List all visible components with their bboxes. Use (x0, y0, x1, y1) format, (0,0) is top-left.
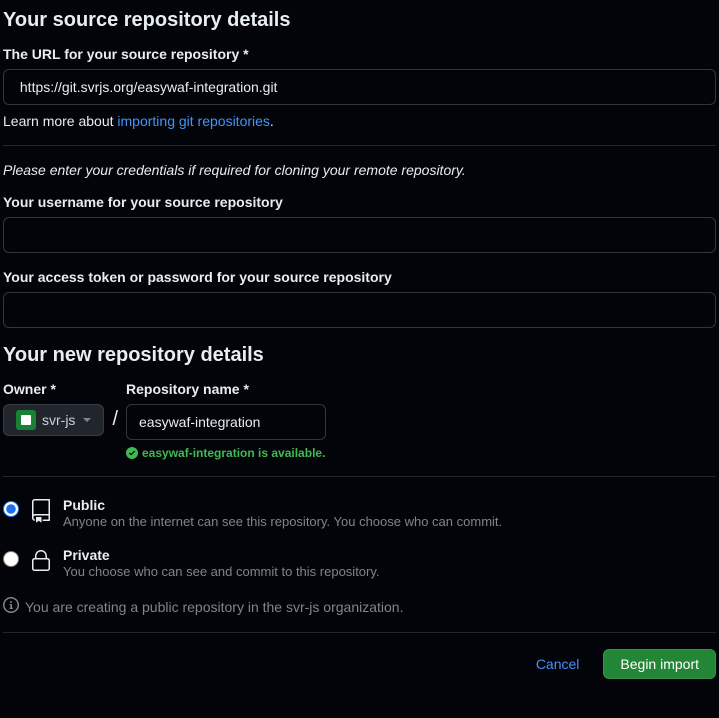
username-input[interactable] (3, 217, 716, 253)
importing-git-link[interactable]: importing git repositories (117, 113, 270, 129)
private-desc: You choose who can see and commit to thi… (63, 564, 716, 579)
source-url-input[interactable] (3, 69, 716, 105)
visibility-public-option[interactable]: Public Anyone on the internet can see th… (3, 493, 716, 533)
begin-import-button[interactable]: Begin import (603, 649, 716, 679)
divider (3, 632, 716, 633)
repo-name-input[interactable] (126, 404, 326, 440)
username-label: Your username for your source repository (3, 194, 716, 210)
learn-more-text: Learn more about importing git repositor… (3, 113, 716, 129)
password-label: Your access token or password for your s… (3, 269, 716, 285)
owner-avatar-icon (16, 410, 36, 430)
owner-label: Owner (3, 381, 104, 397)
owner-value: svr-js (42, 412, 75, 428)
source-heading: Your source repository details (3, 9, 716, 32)
divider (3, 476, 716, 477)
visibility-private-option[interactable]: Private You choose who can see and commi… (3, 543, 716, 583)
lock-icon (29, 547, 53, 573)
password-input[interactable] (3, 292, 716, 328)
owner-dropdown[interactable]: svr-js (3, 404, 104, 436)
repo-name-label: Repository name (126, 381, 326, 397)
credentials-note: Please enter your credentials if require… (3, 162, 716, 178)
chevron-down-icon (83, 418, 91, 422)
private-title: Private (63, 547, 716, 563)
public-title: Public (63, 497, 716, 513)
private-radio[interactable] (3, 551, 19, 567)
cancel-button[interactable]: Cancel (522, 650, 594, 678)
availability-message: easywaf-integration is available. (126, 446, 326, 460)
footer-actions: Cancel Begin import (3, 649, 716, 689)
newrepo-heading: Your new repository details (3, 344, 716, 367)
divider (3, 145, 716, 146)
info-icon (3, 597, 19, 616)
public-desc: Anyone on the internet can see this repo… (63, 514, 716, 529)
info-message: You are creating a public repository in … (3, 597, 716, 616)
source-url-label: The URL for your source repository (3, 46, 716, 62)
public-radio[interactable] (3, 501, 19, 517)
check-circle-icon (126, 447, 138, 459)
repo-icon (29, 497, 53, 523)
slash-separator: / (112, 381, 118, 429)
